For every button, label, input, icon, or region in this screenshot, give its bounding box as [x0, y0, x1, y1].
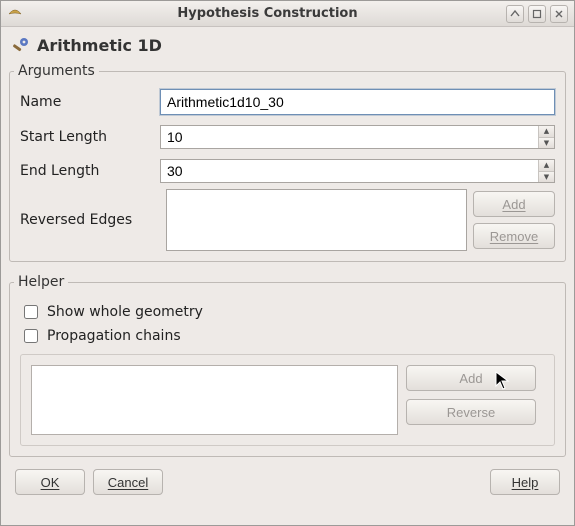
- dialog-header: Arithmetic 1D: [9, 33, 566, 59]
- end-length-spin-buttons: ▲ ▼: [538, 160, 554, 182]
- app-icon: [7, 6, 23, 22]
- propagation-frame: Add Reverse: [20, 354, 555, 446]
- show-whole-geometry-label: Show whole geometry: [47, 304, 203, 320]
- name-input[interactable]: [160, 89, 555, 115]
- reversed-remove-button[interactable]: Remove: [473, 223, 555, 249]
- cancel-button[interactable]: Cancel: [93, 469, 163, 495]
- start-length-input[interactable]: [161, 126, 538, 148]
- start-length-spinbox[interactable]: ▲ ▼: [160, 125, 555, 149]
- help-button[interactable]: Help: [490, 469, 560, 495]
- reversed-edges-list[interactable]: [166, 189, 467, 251]
- end-length-spinbox[interactable]: ▲ ▼: [160, 159, 555, 183]
- propagation-chains-checkbox[interactable]: [24, 329, 38, 343]
- helper-legend: Helper: [14, 274, 68, 290]
- propagation-reverse-button[interactable]: Reverse: [406, 399, 536, 425]
- maximize-button[interactable]: [528, 5, 546, 23]
- titlebar-buttons: [506, 5, 568, 23]
- rollup-button[interactable]: [506, 5, 524, 23]
- reversed-add-button[interactable]: Add: [473, 191, 555, 217]
- propagation-add-button[interactable]: Add: [406, 365, 536, 391]
- start-length-down[interactable]: ▼: [539, 137, 554, 149]
- name-label: Name: [20, 94, 160, 110]
- propagation-chains-label: Propagation chains: [47, 328, 181, 344]
- wrench-gear-icon: [11, 35, 31, 55]
- close-button[interactable]: [550, 5, 568, 23]
- start-length-label: Start Length: [20, 129, 160, 145]
- dialog-body: Arithmetic 1D Arguments Name Start Lengt…: [1, 27, 574, 525]
- dialog-window: Hypothesis Construction Arithmetic 1D: [0, 0, 575, 526]
- end-length-input[interactable]: [161, 160, 538, 182]
- helper-group: Helper Show whole geometry Propagation c…: [9, 274, 566, 457]
- show-whole-geometry-row[interactable]: Show whole geometry: [20, 300, 555, 324]
- start-length-up[interactable]: ▲: [539, 126, 554, 137]
- reversed-edges-label: Reversed Edges: [20, 212, 160, 228]
- show-whole-geometry-checkbox[interactable]: [24, 305, 38, 319]
- end-length-label: End Length: [20, 163, 160, 179]
- window-title: Hypothesis Construction: [29, 6, 506, 21]
- propagation-list[interactable]: [31, 365, 398, 435]
- propagation-chains-row[interactable]: Propagation chains: [20, 324, 555, 348]
- titlebar: Hypothesis Construction: [1, 1, 574, 27]
- dialog-button-bar: OK Cancel Help: [9, 465, 566, 501]
- end-length-down[interactable]: ▼: [539, 171, 554, 183]
- dialog-title: Arithmetic 1D: [37, 36, 162, 55]
- start-length-spin-buttons: ▲ ▼: [538, 126, 554, 148]
- arguments-legend: Arguments: [14, 63, 99, 79]
- end-length-up[interactable]: ▲: [539, 160, 554, 171]
- arguments-group: Arguments Name Start Length ▲ ▼ End Leng…: [9, 63, 566, 262]
- ok-button[interactable]: OK: [15, 469, 85, 495]
